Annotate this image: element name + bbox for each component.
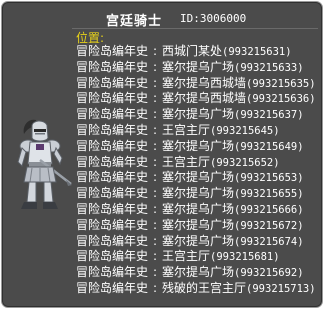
location-code: (993215645) bbox=[210, 124, 280, 137]
location-place: 塞尔提乌西城墙 bbox=[162, 75, 247, 90]
location-row: 冒险岛编年史: 王宫主厅(993215645) bbox=[76, 123, 316, 139]
location-code: (993215633) bbox=[234, 61, 304, 74]
location-place: 西城门某处 bbox=[162, 44, 223, 58]
location-code: (993215635) bbox=[246, 77, 316, 90]
location-code: (993215653) bbox=[234, 172, 304, 185]
location-code: (993215636) bbox=[246, 93, 316, 106]
location-world: 冒险岛编年史 bbox=[76, 138, 149, 153]
location-separator: : bbox=[152, 91, 158, 106]
location-row: 冒险岛编年史: 王宫主厅(993215681) bbox=[76, 249, 316, 265]
location-code: (993215674) bbox=[234, 235, 304, 248]
location-world: 冒险岛编年史 bbox=[76, 217, 149, 232]
location-code: (993215631) bbox=[222, 46, 292, 58]
location-row: 冒险岛编年史: 塞尔提乌广场(993215653) bbox=[76, 170, 316, 186]
location-world: 冒险岛编年史 bbox=[76, 107, 149, 122]
location-separator: : bbox=[152, 265, 158, 280]
location-row: 冒险岛编年史: 塞尔提乌广场(993215674) bbox=[76, 234, 316, 250]
location-place: 塞尔提乌广场 bbox=[162, 217, 235, 232]
location-separator: : bbox=[152, 201, 158, 216]
location-separator: : bbox=[152, 170, 158, 185]
header-divider bbox=[72, 28, 318, 29]
location-row: 冒险岛编年史: 塞尔提乌广场(993215692) bbox=[76, 265, 316, 281]
location-separator: : bbox=[152, 59, 158, 74]
monster-name: 宫廷骑士 bbox=[106, 14, 163, 29]
location-place: 王宫主厅 bbox=[162, 122, 211, 137]
location-separator: : bbox=[152, 217, 158, 232]
location-place: 塞尔提乌广场 bbox=[162, 186, 235, 201]
location-world: 冒险岛编年史 bbox=[76, 91, 149, 106]
location-place: 塞尔提乌西城墙 bbox=[162, 91, 247, 106]
location-separator: : bbox=[152, 122, 158, 137]
location-world: 冒险岛编年史 bbox=[76, 233, 149, 248]
location-place: 王宫主厅 bbox=[162, 154, 211, 169]
location-place: 塞尔提乌广场 bbox=[162, 233, 235, 248]
location-list: 冒险岛编年史: 西城门某处(993215631) 冒险岛编年史: 塞尔提乌广场(993… bbox=[76, 44, 316, 297]
monster-info-panel: 宫廷骑士 ID:3006000 位置: 冒险岛编年史: 西城门某处(993215… bbox=[1, 1, 323, 308]
location-world: 冒险岛编年史 bbox=[76, 249, 149, 264]
location-world: 冒险岛编年史 bbox=[76, 170, 149, 185]
location-place: 塞尔提乌广场 bbox=[162, 170, 235, 185]
location-row: 冒险岛编年史: 西城门某处(993215631) bbox=[76, 44, 316, 60]
location-row: 冒险岛编年史: 王宫主厅(993215652) bbox=[76, 155, 316, 171]
location-code: (993215655) bbox=[234, 188, 304, 201]
location-world: 冒险岛编年史 bbox=[76, 59, 149, 74]
location-code: (993215666) bbox=[234, 203, 304, 216]
location-separator: : bbox=[152, 138, 158, 153]
location-code: (993215681) bbox=[210, 251, 280, 264]
location-code: (993215672) bbox=[234, 219, 304, 232]
location-world: 冒险岛编年史 bbox=[76, 122, 149, 137]
location-row: 冒险岛编年史: 塞尔提乌广场(993215655) bbox=[76, 186, 316, 202]
location-code: (993215713) bbox=[246, 282, 316, 295]
location-code: (993215649) bbox=[234, 140, 304, 153]
location-separator: : bbox=[152, 186, 158, 201]
location-row: 冒险岛编年史: 残破的王宫主厅(993215713) bbox=[76, 281, 316, 297]
panel-header: 宫廷骑士 ID:3006000 bbox=[2, 10, 322, 29]
location-code: (993215692) bbox=[234, 267, 304, 280]
location-place: 塞尔提乌广场 bbox=[162, 201, 235, 216]
location-world: 冒险岛编年史 bbox=[76, 154, 149, 169]
location-separator: : bbox=[152, 44, 158, 58]
location-row: 冒险岛编年史: 塞尔提乌广场(993215637) bbox=[76, 107, 316, 123]
location-world: 冒险岛编年史 bbox=[76, 44, 149, 58]
location-separator: : bbox=[152, 233, 158, 248]
location-separator: : bbox=[152, 249, 158, 264]
location-place: 王宫主厅 bbox=[162, 249, 211, 264]
id-value: 3006000 bbox=[199, 12, 247, 25]
location-place: 塞尔提乌广场 bbox=[162, 265, 235, 280]
knight-avatar-icon bbox=[17, 119, 72, 209]
location-code: (993215652) bbox=[210, 156, 280, 169]
location-row: 冒险岛编年史: 塞尔提乌西城墙(993215635) bbox=[76, 76, 316, 92]
location-row: 冒险岛编年史: 塞尔提乌广场(993215666) bbox=[76, 202, 316, 218]
location-world: 冒险岛编年史 bbox=[76, 280, 149, 295]
location-row: 冒险岛编年史: 塞尔提乌广场(993215633) bbox=[76, 60, 316, 76]
location-place: 塞尔提乌广场 bbox=[162, 107, 235, 122]
location-place: 塞尔提乌广场 bbox=[162, 59, 235, 74]
id-label: ID: bbox=[180, 12, 200, 25]
location-separator: : bbox=[152, 280, 158, 295]
location-world: 冒险岛编年史 bbox=[76, 265, 149, 280]
monster-id: ID:3006000 bbox=[180, 12, 246, 25]
location-place: 塞尔提乌广场 bbox=[162, 138, 235, 153]
location-separator: : bbox=[152, 75, 158, 90]
location-code: (993215637) bbox=[234, 109, 304, 122]
location-row: 冒险岛编年史: 塞尔提乌广场(993215672) bbox=[76, 218, 316, 234]
location-place: 残破的王宫主厅 bbox=[162, 280, 247, 295]
location-world: 冒险岛编年史 bbox=[76, 75, 149, 90]
location-world: 冒险岛编年史 bbox=[76, 186, 149, 201]
location-world: 冒险岛编年史 bbox=[76, 201, 149, 216]
location-row: 冒险岛编年史: 塞尔提乌广场(993215649) bbox=[76, 139, 316, 155]
location-separator: : bbox=[152, 107, 158, 122]
location-separator: : bbox=[152, 154, 158, 169]
location-row: 冒险岛编年史: 塞尔提乌西城墙(993215636) bbox=[76, 91, 316, 107]
